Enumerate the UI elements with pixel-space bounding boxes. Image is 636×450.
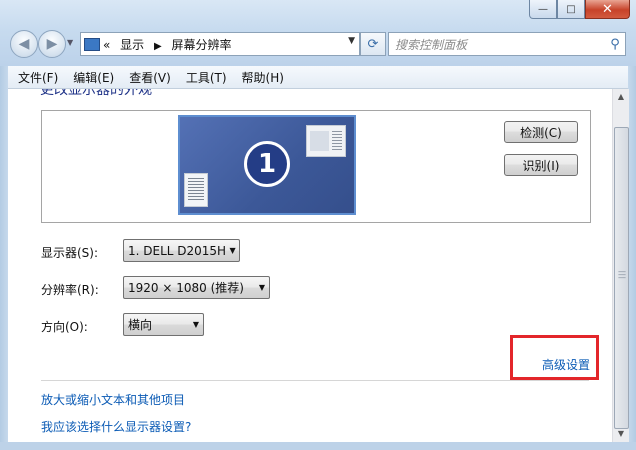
back-arrow-icon: ◀ (18, 36, 30, 52)
grip-icon: — — — (618, 267, 626, 282)
window-frame-bottom (0, 442, 636, 450)
breadcrumb-item-resolution[interactable]: 屏幕分辨率 (172, 38, 232, 52)
search-icon[interactable]: ⚲ (605, 37, 625, 52)
window-thumbnail-icon (306, 125, 346, 157)
breadcrumb-item-display[interactable]: 显示 (120, 38, 144, 52)
chevron-down-icon: ▼ (192, 320, 200, 329)
maximize-button[interactable]: □ (557, 0, 585, 19)
identify-button[interactable]: 识别(I) (504, 154, 578, 176)
forward-button[interactable]: ▶ (38, 30, 66, 58)
monitor-arrangement-panel: 1 检测(C) 识别(I) (41, 110, 591, 223)
menu-file[interactable]: 文件(F) (13, 69, 63, 86)
chevron-down-icon: ▼ (258, 283, 266, 292)
display-select[interactable]: 1. DELL D2015H ▼ (123, 239, 240, 262)
maximize-icon: □ (566, 3, 576, 15)
scroll-up-icon[interactable]: ▲ (613, 89, 629, 105)
vertical-scrollbar[interactable]: ▲ — — — ▼ (612, 89, 629, 442)
close-button[interactable]: ✕ (585, 0, 630, 19)
chevron-down-icon: ▼ (229, 246, 236, 255)
refresh-icon: ⟳ (367, 36, 379, 52)
refresh-button[interactable]: ⟳ (360, 32, 386, 56)
minimize-icon: — (538, 3, 548, 15)
menu-help[interactable]: 帮助(H) (237, 69, 289, 86)
display-settings-help-link[interactable]: 我应该选择什么显示器设置? (41, 418, 191, 435)
display-select-value: 1. DELL D2015H (128, 243, 227, 258)
advanced-settings-link[interactable]: 高级设置 (542, 356, 590, 373)
navigation-bar: ◀ ▶ ▼ « 显示 ▶ 屏幕分辨率 ▼ ⟳ 搜索控制面板 ⚲ (8, 30, 628, 58)
resolution-select[interactable]: 1920 × 1080 (推荐) ▼ (123, 276, 270, 299)
address-bar[interactable]: « 显示 ▶ 屏幕分辨率 ▼ (80, 32, 360, 56)
breadcrumb-overflow[interactable]: « (103, 38, 110, 52)
breadcrumb: « 显示 ▶ 屏幕分辨率 (103, 36, 232, 53)
close-icon: ✕ (602, 1, 613, 17)
display-label: 显示器(S): (41, 246, 99, 260)
resolution-select-value: 1920 × 1080 (推荐) (128, 281, 244, 295)
search-input[interactable]: 搜索控制面板 (389, 36, 605, 53)
window-titlebar: — □ ✕ ◀ ▶ ▼ « 显示 ▶ 屏幕分辨率 ▼ ⟳ 搜索控制面板 ⚲ (0, 0, 636, 66)
detect-button[interactable]: 检测(C) (504, 121, 578, 143)
recent-pages-dropdown[interactable]: ▼ (67, 38, 73, 47)
monitor-preview[interactable]: 1 (178, 115, 356, 215)
menu-bar: 文件(F) 编辑(E) 查看(V) 工具(T) 帮助(H) (8, 66, 628, 89)
window-frame-right (628, 66, 636, 450)
address-dropdown-icon[interactable]: ▼ (348, 36, 355, 46)
sidebar-thumbnail-icon (184, 173, 208, 207)
window-frame-left (0, 66, 8, 450)
scroll-down-icon[interactable]: ▼ (613, 426, 629, 442)
breadcrumb-separator-icon[interactable]: ▶ (154, 41, 162, 52)
menu-edit[interactable]: 编辑(E) (68, 69, 119, 86)
monitor-number-badge: 1 (244, 141, 290, 187)
resolution-label: 分辨率(R): (41, 283, 99, 297)
orientation-select[interactable]: 横向 ▼ (123, 313, 204, 336)
forward-arrow-icon: ▶ (46, 36, 58, 52)
minimize-button[interactable]: — (529, 0, 557, 19)
page-title: 更改显示器的外观 (40, 89, 152, 98)
orientation-select-value: 横向 (128, 318, 153, 332)
menu-tools[interactable]: 工具(T) (181, 69, 232, 86)
search-box[interactable]: 搜索控制面板 ⚲ (388, 32, 626, 56)
window-controls: — □ ✕ (529, 0, 630, 20)
back-button[interactable]: ◀ (10, 30, 38, 58)
orientation-label: 方向(O): (41, 320, 88, 334)
divider (41, 380, 589, 381)
scrollbar-thumb[interactable]: — — — (614, 127, 629, 429)
menu-view[interactable]: 查看(V) (124, 69, 176, 86)
text-size-link[interactable]: 放大或缩小文本和其他项目 (41, 391, 185, 408)
display-control-panel-icon (84, 37, 100, 51)
content-area: 更改显示器的外观 1 检测(C) 识别(I) 显示器(S): 1. DELL D… (8, 89, 612, 442)
